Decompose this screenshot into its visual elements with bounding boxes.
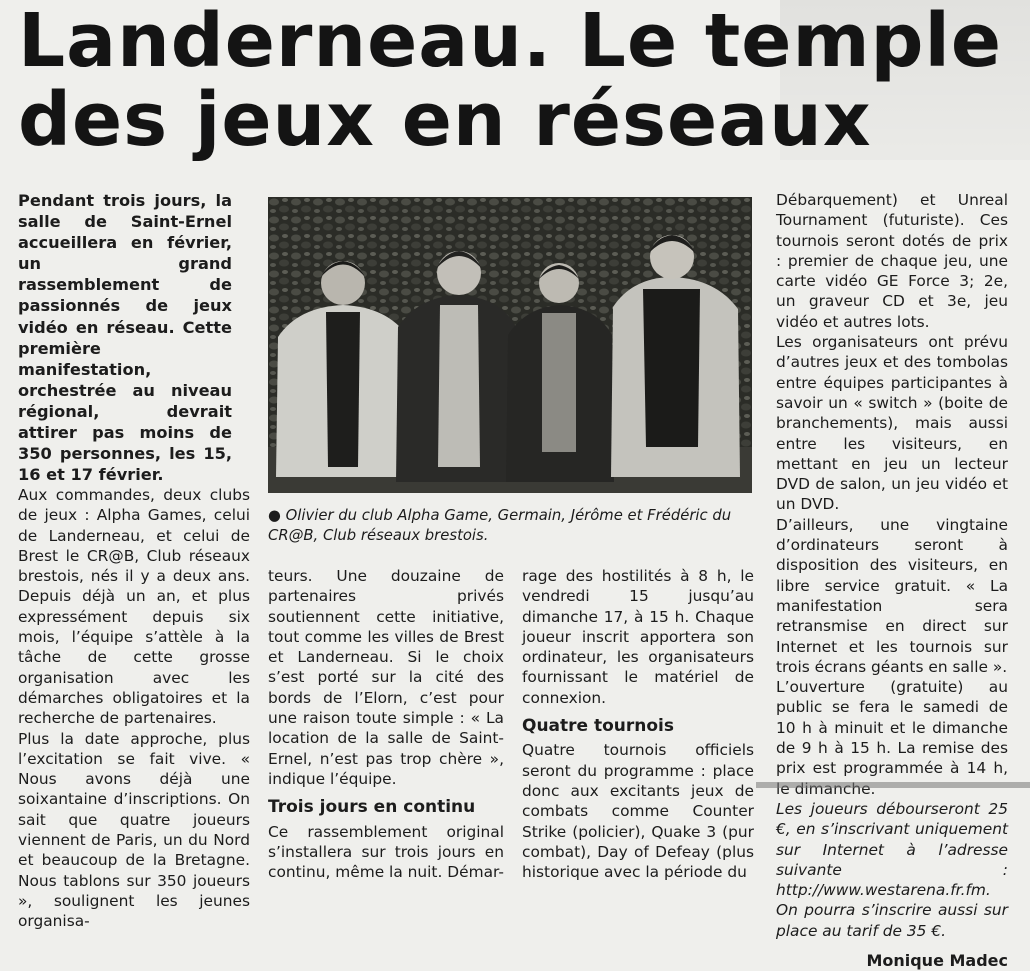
col4-paragraph-3: D’ailleurs, une vingtaine d’ordinateurs … (776, 515, 1008, 676)
col1-paragraph-2: Plus la date approche, plus l’excitation… (18, 729, 250, 931)
subhead-quatre-tournois: Quatre tournois (522, 716, 675, 737)
headline-line-1: Landerneau. Le temple (18, 0, 1003, 84)
col4-paragraph-2: Les organisateurs ont prévu d’autres jeu… (776, 333, 1008, 514)
col2-paragraph-1: teurs. Une douzaine de partenaires privé… (268, 567, 504, 788)
group-photo (268, 197, 752, 493)
lead-paragraph: Pendant trois jours, la salle de Saint-E… (18, 190, 232, 485)
headline-line-2: des jeux en réseaux (18, 77, 872, 163)
col2-paragraph-2: Ce rassemblement original s’installera s… (268, 822, 504, 882)
col4-paragraph-4: L’ouverture (gratuite) au public se fera… (776, 678, 1008, 798)
subhead-trois-jours: Trois jours en continu (268, 797, 476, 818)
col4-paragraph-5: Les joueurs débourseront 25 €, en s’insc… (776, 799, 1008, 940)
headline: Landerneau. Le temple des jeux en réseau… (18, 2, 1018, 160)
lead-text: Pendant trois jours, la salle de Saint-E… (18, 191, 232, 485)
col3-paragraph-2: Quatre tournois officiels seront du prog… (522, 741, 754, 882)
col4-paragraph-1: Débarquement) et Unreal Tournament (futu… (776, 191, 1008, 331)
photo-caption: ● Olivier du club Alpha Game, Germain, J… (268, 507, 732, 544)
byline: Monique Madec (866, 950, 1008, 970)
column-1: Aux commandes, deux clubs de jeux : Alph… (18, 485, 250, 932)
col1-paragraph-1: Aux commandes, deux clubs de jeux : Alph… (18, 486, 250, 728)
newspaper-page: Landerneau. Le temple des jeux en réseau… (0, 0, 1030, 970)
photo-illustration (268, 197, 752, 493)
scan-artifact-strip (756, 782, 1030, 788)
column-3: rage des hostilités à 8 h, le vendredi 1… (522, 566, 754, 882)
column-2: teurs. Une douzaine de partenaires privé… (268, 566, 504, 882)
column-4: Débarquement) et Unreal Tournament (futu… (776, 190, 1008, 971)
col3-paragraph-1: rage des hostilités à 8 h, le vendredi 1… (522, 567, 754, 707)
